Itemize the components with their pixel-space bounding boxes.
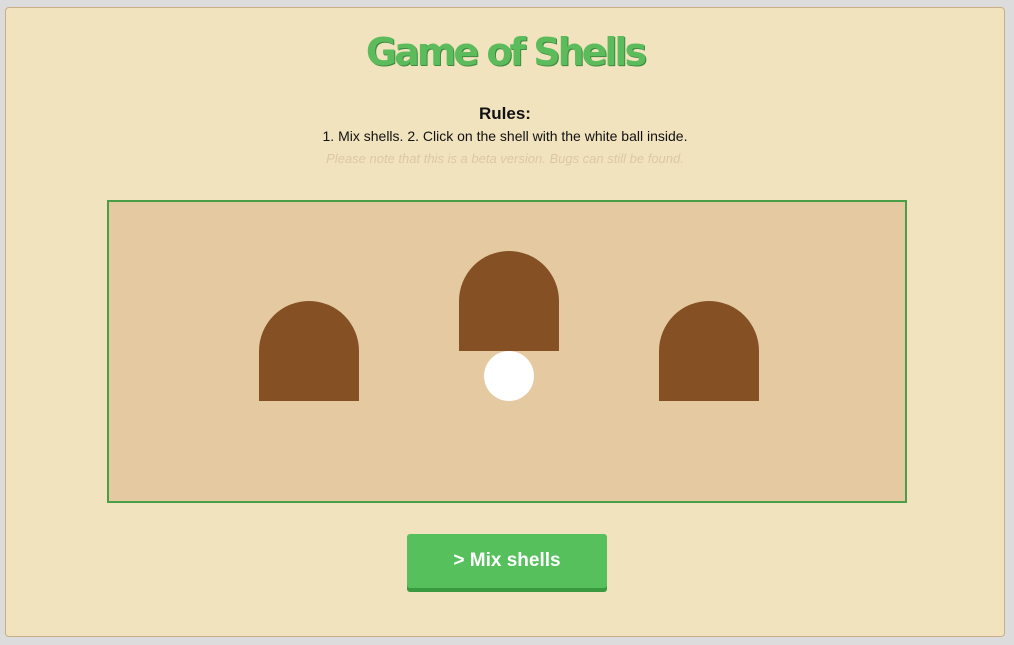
game-board [107, 200, 907, 503]
rules-text: 1. Mix shells. 2. Click on the shell wit… [322, 128, 688, 144]
mix-shells-button[interactable]: > Mix shells [407, 534, 607, 588]
shell-2[interactable] [459, 251, 559, 351]
game-title: Game of Shells [365, 30, 647, 74]
beta-note: Please note that this is a beta version.… [326, 151, 684, 166]
white-ball [484, 351, 534, 401]
shell-1[interactable] [259, 301, 359, 401]
rules-heading: Rules: [479, 104, 531, 123]
shell-3[interactable] [659, 301, 759, 401]
game-container: Game of Shells Rules: 1. Mix shells. 2. … [5, 7, 1005, 637]
